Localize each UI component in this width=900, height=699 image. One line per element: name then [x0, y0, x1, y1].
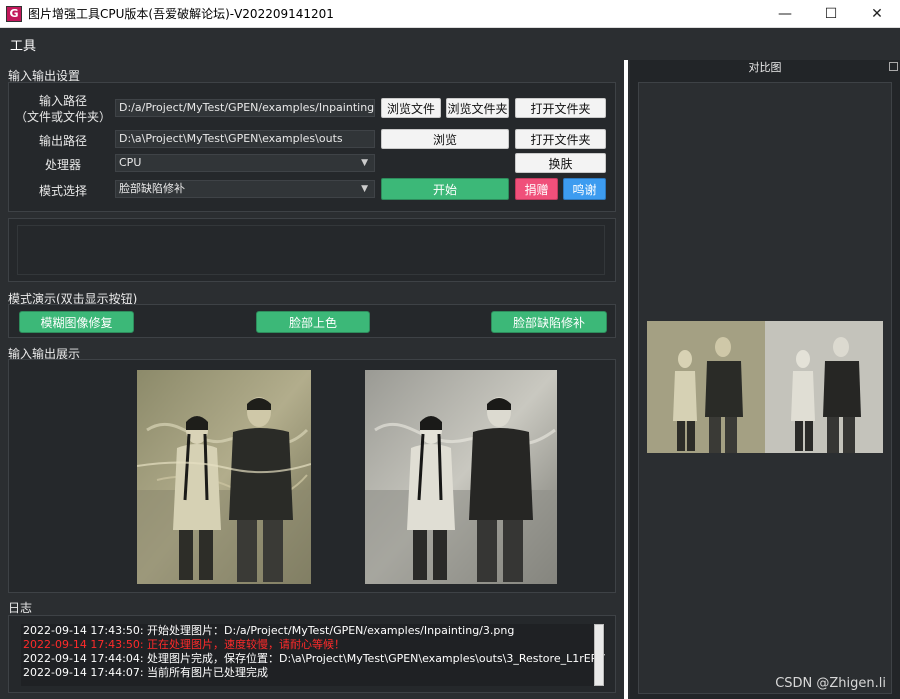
mode-demo-panel: 模糊图像修复 脸部上色 脸部缺陷修补: [8, 304, 616, 338]
browse-file-button[interactable]: 浏览文件: [381, 98, 441, 118]
log-title: 日志: [8, 601, 33, 615]
progress-area: [17, 225, 605, 275]
demo-blur-restore-button[interactable]: 模糊图像修复: [19, 311, 134, 333]
maximize-button[interactable]: ☐: [808, 0, 854, 28]
demo-colorize-button[interactable]: 脸部上色: [256, 311, 370, 333]
processor-value: CPU: [119, 156, 142, 169]
minimize-button[interactable]: —: [762, 0, 808, 28]
mode-value: 脸部缺陷修补: [119, 182, 185, 195]
undock-icon[interactable]: [889, 62, 898, 71]
window-title: 图片增强工具CPU版本(吾爱破解论坛)-V202209141201: [28, 7, 334, 21]
browse-output-button[interactable]: 浏览: [381, 129, 509, 149]
start-button[interactable]: 开始: [381, 178, 509, 200]
input-path-field[interactable]: D:/a/Project/MyTest/GPEN/examples/Inpain…: [115, 99, 375, 117]
output-path-field[interactable]: D:\a\Project\MyTest\GPEN\examples\outs: [115, 130, 375, 148]
log-scrollbar[interactable]: [594, 624, 604, 686]
app-icon: G: [6, 5, 22, 22]
input-photo: [137, 370, 311, 584]
output-photo-image: [365, 370, 557, 584]
skin-button[interactable]: 换肤: [515, 153, 606, 173]
input-photo-image: [137, 370, 311, 584]
open-output-folder-button[interactable]: 打开文件夹: [515, 129, 606, 149]
output-path-label: 输出路径: [38, 134, 87, 148]
open-input-folder-button[interactable]: 打开文件夹: [515, 98, 606, 118]
processor-label: 处理器: [44, 158, 81, 172]
demo-inpaint-button[interactable]: 脸部缺陷修补: [491, 311, 607, 333]
donate-button[interactable]: 捐赠: [515, 178, 558, 200]
log-line-3: 2022-09-14 17:44:04: 处理图片完成，保存位置：D:\a\Pr…: [23, 652, 605, 665]
processor-select[interactable]: CPU ▼: [115, 154, 375, 172]
log-line-1: 2022-09-14 17:43:50: 开始处理图片：D:/a/Project…: [23, 624, 515, 637]
watermark-text: CSDN @Zhigen.li: [775, 676, 886, 691]
progress-panel: [8, 218, 616, 282]
compare-title: 对比图: [748, 61, 782, 74]
output-photo: [365, 370, 557, 584]
mode-label: 模式选择: [38, 184, 87, 198]
title-bar: G 图片增强工具CPU版本(吾爱破解论坛)-V202209141201 — ☐ …: [0, 0, 900, 28]
mode-select[interactable]: 脸部缺陷修补 ▼: [115, 180, 375, 198]
pane-divider[interactable]: [624, 60, 628, 699]
io-display-panel: [8, 359, 616, 593]
io-settings-panel: 输入路径 （文件或文件夹） D:/a/Project/MyTest/GPEN/e…: [8, 82, 616, 212]
log-text-area[interactable]: 2022-09-14 17:43:50: 开始处理图片：D:/a/Project…: [21, 624, 605, 686]
menu-tools[interactable]: 工具: [10, 35, 36, 54]
close-button[interactable]: ✕: [854, 0, 900, 28]
compare-pane: 对比图: [630, 60, 900, 699]
chevron-down-icon: ▼: [361, 158, 368, 168]
log-panel: 2022-09-14 17:43:50: 开始处理图片：D:/a/Project…: [8, 615, 616, 693]
left-pane: 输入输出设置 输入路径 （文件或文件夹） D:/a/Project/MyTest…: [0, 60, 622, 699]
browse-folder-button[interactable]: 浏览文件夹: [446, 98, 509, 118]
compare-image: [647, 321, 883, 453]
compare-view: [638, 82, 892, 694]
input-path-label: 输入路径 （文件或文件夹）: [14, 94, 111, 124]
chevron-down-icon: ▼: [361, 184, 368, 194]
log-line-2: 2022-09-14 17:43:50: 正在处理图片，速度较慢，请耐心等候！: [23, 638, 346, 651]
thanks-button[interactable]: 鸣谢: [563, 178, 606, 200]
menu-bar: 工具: [0, 28, 900, 60]
log-line-4: 2022-09-14 17:44:07: 当前所有图片已处理完成: [23, 666, 269, 679]
